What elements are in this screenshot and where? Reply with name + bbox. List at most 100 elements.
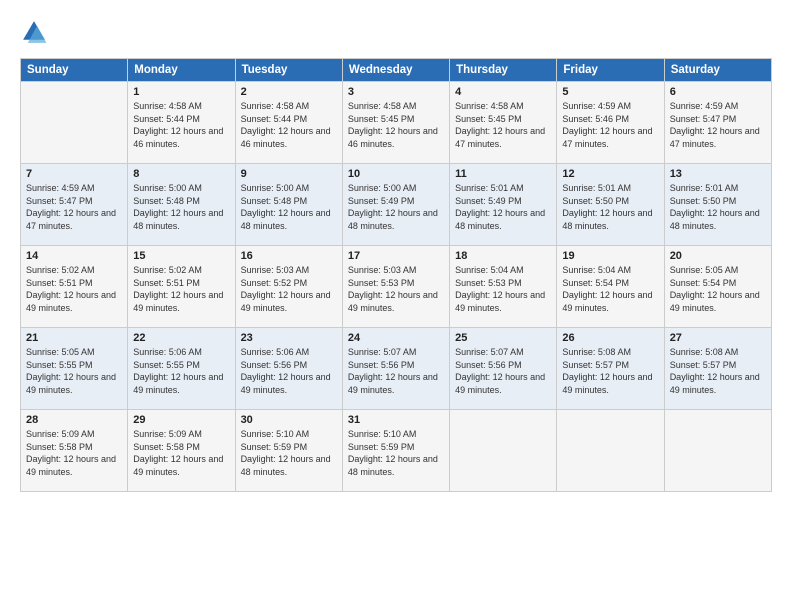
day-cell: 17 Sunrise: 5:03 AMSunset: 5:53 PMDayligh…	[342, 246, 449, 328]
cell-info: Sunrise: 5:04 AMSunset: 5:53 PMDaylight:…	[455, 264, 551, 314]
day-number: 24	[348, 332, 444, 344]
cell-info: Sunrise: 5:01 AMSunset: 5:50 PMDaylight:…	[562, 182, 658, 232]
cell-info: Sunrise: 5:03 AMSunset: 5:52 PMDaylight:…	[241, 264, 337, 314]
cell-info: Sunrise: 5:08 AMSunset: 5:57 PMDaylight:…	[562, 346, 658, 396]
day-cell: 30 Sunrise: 5:10 AMSunset: 5:59 PMDayligh…	[235, 410, 342, 492]
week-row-1: 7Sunrise: 4:59 AMSunset: 5:47 PMDaylight…	[21, 164, 772, 246]
day-number: 5	[562, 86, 658, 98]
day-number: 30	[241, 414, 337, 426]
cell-info: Sunrise: 4:58 AMSunset: 5:45 PMDaylight:…	[348, 100, 444, 150]
cell-info: Sunrise: 5:01 AMSunset: 5:49 PMDaylight:…	[455, 182, 551, 232]
cell-info: Sunrise: 5:07 AMSunset: 5:56 PMDaylight:…	[455, 346, 551, 396]
day-number: 2	[241, 86, 337, 98]
day-cell: 23Sunrise: 5:06 AMSunset: 5:56 PMDayligh…	[235, 328, 342, 410]
day-cell: 10Sunrise: 5:00 AMSunset: 5:49 PMDayligh…	[342, 164, 449, 246]
day-number: 15	[133, 250, 229, 262]
day-number: 27	[670, 332, 766, 344]
day-cell: 9Sunrise: 5:00 AMSunset: 5:48 PMDaylight…	[235, 164, 342, 246]
day-cell: 24Sunrise: 5:07 AMSunset: 5:56 PMDayligh…	[342, 328, 449, 410]
day-cell: 21Sunrise: 5:05 AMSunset: 5:55 PMDayligh…	[21, 328, 128, 410]
cell-info: Sunrise: 5:05 AMSunset: 5:54 PMDaylight:…	[670, 264, 766, 314]
day-number: 3	[348, 86, 444, 98]
cell-info: Sunrise: 5:00 AMSunset: 5:49 PMDaylight:…	[348, 182, 444, 232]
header-cell-friday: Friday	[557, 59, 664, 82]
header-cell-monday: Monday	[128, 59, 235, 82]
cell-info: Sunrise: 5:03 AMSunset: 5:53 PMDaylight:…	[348, 264, 444, 314]
header-cell-sunday: Sunday	[21, 59, 128, 82]
header-cell-tuesday: Tuesday	[235, 59, 342, 82]
day-cell: 27 Sunrise: 5:08 AMSunset: 5:57 PMDayligh…	[664, 328, 771, 410]
day-number: 4	[455, 86, 551, 98]
header-cell-saturday: Saturday	[664, 59, 771, 82]
cell-info: Sunrise: 4:58 AMSunset: 5:44 PMDaylight:…	[241, 100, 337, 150]
week-row-4: 28 Sunrise: 5:09 AMSunset: 5:58 PMDayligh…	[21, 410, 772, 492]
cell-info: Sunrise: 5:10 AMSunset: 5:59 PMDaylight:…	[241, 428, 337, 478]
logo	[20, 18, 52, 46]
cell-info: Sunrise: 5:09 AMSunset: 5:58 PMDaylight:…	[26, 428, 122, 478]
week-row-2: 14 Sunrise: 5:02 AMSunset: 5:51 PMDayligh…	[21, 246, 772, 328]
cell-info: Sunrise: 5:06 AMSunset: 5:55 PMDaylight:…	[133, 346, 229, 396]
header	[20, 18, 772, 46]
cell-info: Sunrise: 5:08 AMSunset: 5:57 PMDaylight:…	[670, 346, 766, 396]
cell-info: Sunrise: 4:58 AMSunset: 5:45 PMDaylight:…	[455, 100, 551, 150]
cell-info: Sunrise: 5:06 AMSunset: 5:56 PMDaylight:…	[241, 346, 337, 396]
cell-info: Sunrise: 5:02 AMSunset: 5:51 PMDaylight:…	[26, 264, 122, 314]
week-row-0: 1 Sunrise: 4:58 AMSunset: 5:44 PMDaylight…	[21, 82, 772, 164]
day-number: 11	[455, 168, 551, 180]
day-cell: 19 Sunrise: 5:04 AMSunset: 5:54 PMDayligh…	[557, 246, 664, 328]
day-number: 31	[348, 414, 444, 426]
day-number: 12	[562, 168, 658, 180]
day-number: 14	[26, 250, 122, 262]
day-cell	[557, 410, 664, 492]
day-number: 16	[241, 250, 337, 262]
cell-info: Sunrise: 4:59 AMSunset: 5:46 PMDaylight:…	[562, 100, 658, 150]
day-cell: 3 Sunrise: 4:58 AMSunset: 5:45 PMDaylight…	[342, 82, 449, 164]
day-cell	[664, 410, 771, 492]
day-number: 25	[455, 332, 551, 344]
day-number: 8	[133, 168, 229, 180]
day-cell: 7Sunrise: 4:59 AMSunset: 5:47 PMDaylight…	[21, 164, 128, 246]
day-cell: 4 Sunrise: 4:58 AMSunset: 5:45 PMDaylight…	[450, 82, 557, 164]
day-cell: 5 Sunrise: 4:59 AMSunset: 5:46 PMDaylight…	[557, 82, 664, 164]
day-cell: 8Sunrise: 5:00 AMSunset: 5:48 PMDaylight…	[128, 164, 235, 246]
cell-info: Sunrise: 5:05 AMSunset: 5:55 PMDaylight:…	[26, 346, 122, 396]
day-cell: 14 Sunrise: 5:02 AMSunset: 5:51 PMDayligh…	[21, 246, 128, 328]
cell-info: Sunrise: 4:58 AMSunset: 5:44 PMDaylight:…	[133, 100, 229, 150]
day-cell: 1 Sunrise: 4:58 AMSunset: 5:44 PMDaylight…	[128, 82, 235, 164]
day-cell: 6Sunrise: 4:59 AMSunset: 5:47 PMDaylight…	[664, 82, 771, 164]
day-cell: 25 Sunrise: 5:07 AMSunset: 5:56 PMDayligh…	[450, 328, 557, 410]
day-cell: 26Sunrise: 5:08 AMSunset: 5:57 PMDayligh…	[557, 328, 664, 410]
cell-info: Sunrise: 4:59 AMSunset: 5:47 PMDaylight:…	[670, 100, 766, 150]
day-number: 17	[348, 250, 444, 262]
week-row-3: 21Sunrise: 5:05 AMSunset: 5:55 PMDayligh…	[21, 328, 772, 410]
day-number: 19	[562, 250, 658, 262]
page: SundayMondayTuesdayWednesdayThursdayFrid…	[0, 0, 792, 612]
day-cell	[450, 410, 557, 492]
day-cell: 18Sunrise: 5:04 AMSunset: 5:53 PMDayligh…	[450, 246, 557, 328]
logo-icon	[20, 18, 48, 46]
cell-info: Sunrise: 5:04 AMSunset: 5:54 PMDaylight:…	[562, 264, 658, 314]
day-number: 9	[241, 168, 337, 180]
header-cell-wednesday: Wednesday	[342, 59, 449, 82]
header-row: SundayMondayTuesdayWednesdayThursdayFrid…	[21, 59, 772, 82]
cell-info: Sunrise: 5:02 AMSunset: 5:51 PMDaylight:…	[133, 264, 229, 314]
day-cell: 12 Sunrise: 5:01 AMSunset: 5:50 PMDayligh…	[557, 164, 664, 246]
header-cell-thursday: Thursday	[450, 59, 557, 82]
day-cell: 29 Sunrise: 5:09 AMSunset: 5:58 PMDayligh…	[128, 410, 235, 492]
day-number: 20	[670, 250, 766, 262]
day-number: 13	[670, 168, 766, 180]
cell-info: Sunrise: 5:09 AMSunset: 5:58 PMDaylight:…	[133, 428, 229, 478]
day-cell: 11 Sunrise: 5:01 AMSunset: 5:49 PMDayligh…	[450, 164, 557, 246]
day-cell: 15 Sunrise: 5:02 AMSunset: 5:51 PMDayligh…	[128, 246, 235, 328]
day-cell: 31 Sunrise: 5:10 AMSunset: 5:59 PMDayligh…	[342, 410, 449, 492]
calendar-table: SundayMondayTuesdayWednesdayThursdayFrid…	[20, 58, 772, 492]
day-number: 1	[133, 86, 229, 98]
day-number: 7	[26, 168, 122, 180]
day-number: 28	[26, 414, 122, 426]
cell-info: Sunrise: 5:10 AMSunset: 5:59 PMDaylight:…	[348, 428, 444, 478]
day-cell: 28 Sunrise: 5:09 AMSunset: 5:58 PMDayligh…	[21, 410, 128, 492]
cell-info: Sunrise: 5:01 AMSunset: 5:50 PMDaylight:…	[670, 182, 766, 232]
day-cell: 20 Sunrise: 5:05 AMSunset: 5:54 PMDayligh…	[664, 246, 771, 328]
day-number: 22	[133, 332, 229, 344]
day-number: 29	[133, 414, 229, 426]
